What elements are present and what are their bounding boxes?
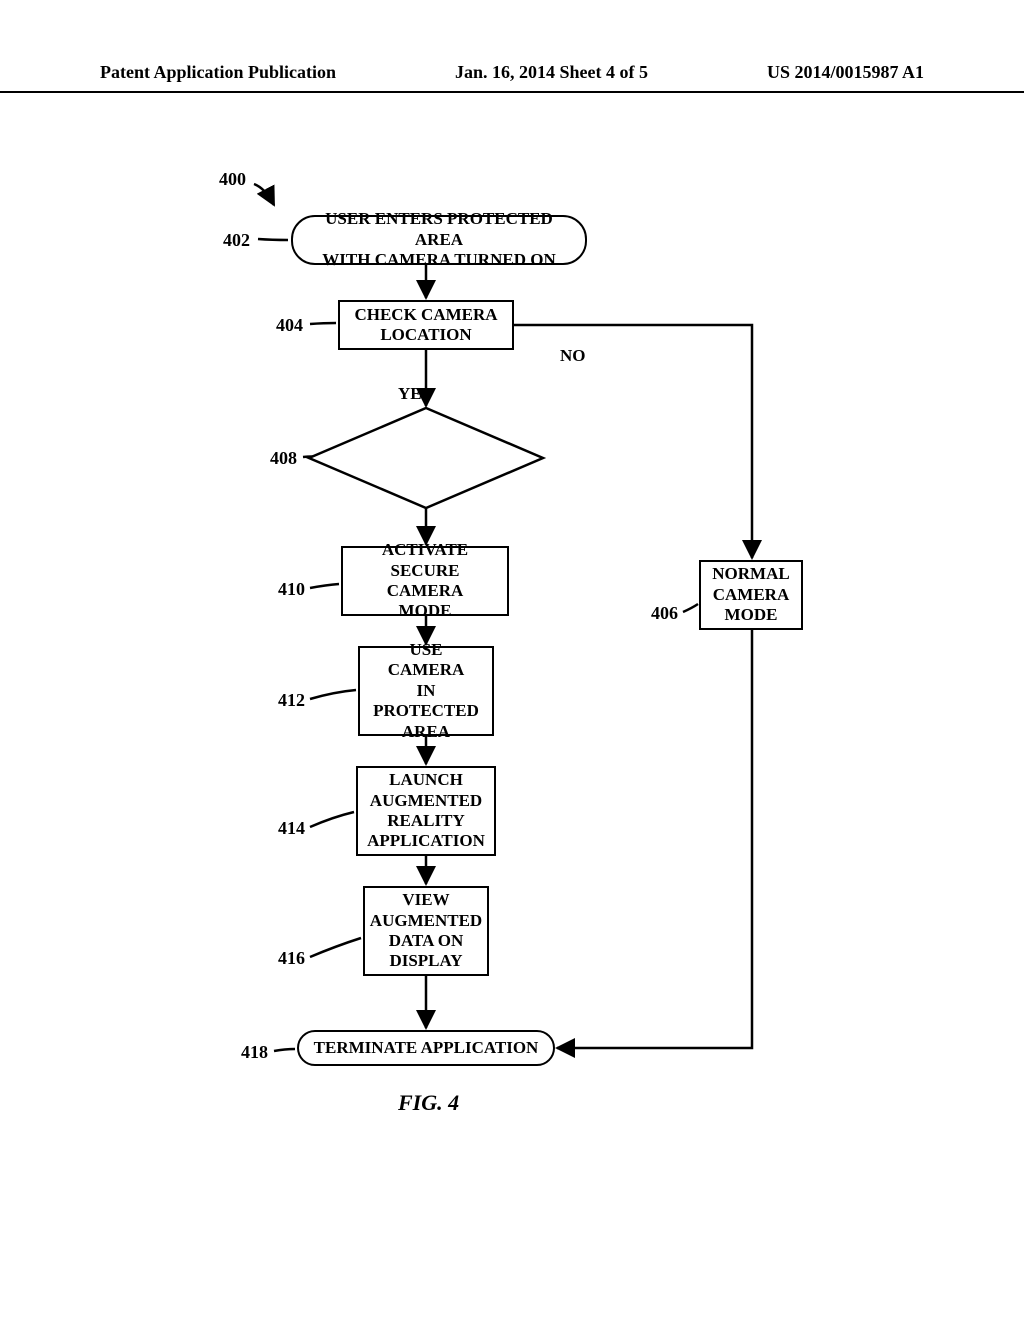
node-start-line2: WITH CAMERA TURNED ON [322,250,555,269]
view-l1: VIEW [402,890,449,909]
node-launch-ar: LAUNCH AUGMENTED REALITY APPLICATION [356,766,496,856]
ref-404: 404 [276,315,303,336]
ref-410: 410 [278,579,305,600]
header-center: Jan. 16, 2014 Sheet 4 of 5 [455,62,648,83]
figure-caption: FIG. 4 [398,1090,459,1116]
ar-l2: AUGMENTED [370,791,482,810]
page-header: Patent Application Publication Jan. 16, … [0,62,1024,93]
ref-418: 418 [241,1042,268,1063]
node-view-display: VIEW AUGMENTED DATA ON DISPLAY [363,886,489,976]
ref-408: 408 [270,448,297,469]
node-activate-secure: ACTIVATE SECURE CAMERA MODE [341,546,509,616]
node-terminate: TERMINATE APPLICATION [297,1030,555,1066]
node-check-location-l1: CHECK CAMERA [354,305,497,324]
view-l2: AUGMENTED [370,911,482,930]
view-l3: DATA ON [389,931,463,950]
act-l3: MODE [399,601,452,620]
node-check-location: CHECK CAMERA LOCATION [338,300,514,350]
ref-416: 416 [278,948,305,969]
use-l4: AREA [402,722,450,741]
view-l4: DISPLAY [389,951,462,970]
norm-l1: NORMAL [712,564,789,583]
norm-l2: CAMERA [713,585,790,604]
label-no: NO [560,346,586,366]
ref-412: 412 [278,690,305,711]
ref-414: 414 [278,818,305,839]
node-normal-mode: NORMAL CAMERA MODE [699,560,803,630]
ar-l4: APPLICATION [367,831,485,850]
ref-406: 406 [651,603,678,624]
ar-l3: REALITY [387,811,464,830]
header-left: Patent Application Publication [100,62,336,83]
node-start-line1: USER ENTERS PROTECTED AREA [325,209,553,248]
act-l1: ACTIVATE [382,540,468,559]
act-l2: SECURE CAMERA [387,561,464,600]
ref-400: 400 [219,169,246,190]
node-check-policy-text: CHECK POLICY [360,448,493,468]
use-l1: USE CAMERA [388,640,465,679]
node-start: USER ENTERS PROTECTED AREA WITH CAMERA T… [291,215,587,265]
use-l2: IN [417,681,436,700]
terminate-text: TERMINATE APPLICATION [314,1038,539,1058]
norm-l3: MODE [725,605,778,624]
ar-l1: LAUNCH [389,770,463,789]
use-l3: PROTECTED [373,701,479,720]
label-yes: YES [398,384,431,404]
node-check-location-l2: LOCATION [380,325,471,344]
node-use-camera: USE CAMERA IN PROTECTED AREA [358,646,494,736]
ref-402: 402 [223,230,250,251]
header-right: US 2014/0015987 A1 [767,62,924,83]
flowchart: 400 402 404 406 408 410 412 414 416 418 … [0,160,1024,1260]
